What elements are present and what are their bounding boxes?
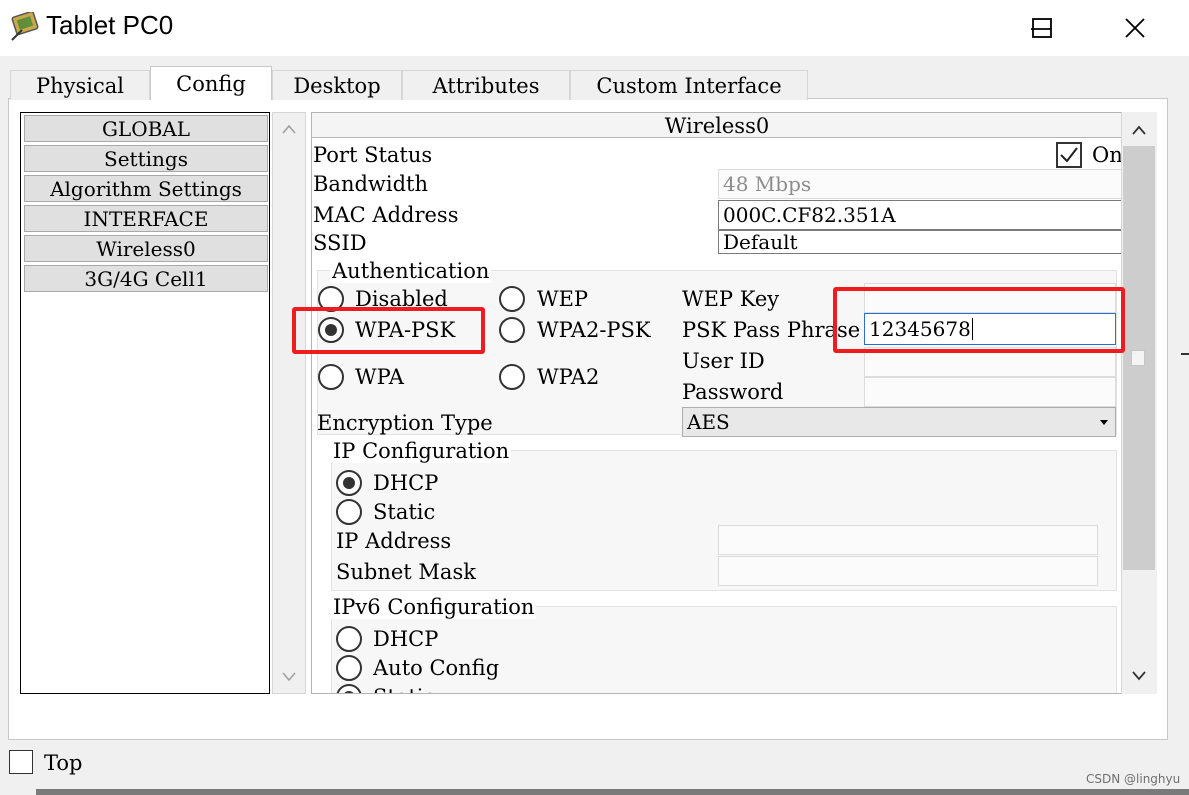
- ipv6-dhcp-radio[interactable]: [336, 626, 362, 652]
- auth-disabled-radio[interactable]: [318, 286, 344, 312]
- ipv6-dhcp-label: DHCP: [373, 627, 439, 651]
- ip-address-field: [718, 525, 1098, 555]
- ip-configuration-title: IP Configuration: [331, 439, 512, 463]
- auth-wep-label: WEP: [537, 287, 589, 311]
- window-title: Tablet PC0: [46, 10, 174, 40]
- ipv6-auto-config-label: Auto Config: [373, 656, 500, 680]
- maximize-button[interactable]: [1007, 0, 1077, 56]
- psk-pass-phrase-value: 12345678: [869, 317, 971, 341]
- maximize-icon: [1032, 18, 1052, 38]
- bandwidth-field: 48 Mbps: [718, 169, 1122, 199]
- ipv6-configuration-title: IPv6 Configuration: [331, 595, 537, 619]
- close-icon: [1125, 18, 1145, 38]
- dropdown-arrow-icon: [1100, 420, 1108, 425]
- nav-scrollbar[interactable]: [272, 112, 306, 694]
- interface-settings-panel: Wireless0 Port Status On Bandwidth 48 Mb…: [311, 112, 1157, 694]
- top-checkbox[interactable]: [9, 750, 33, 774]
- nav-item-settings[interactable]: Settings: [24, 145, 268, 172]
- watermark: CSDN @linghyu: [1086, 772, 1181, 786]
- port-on-label: On: [1092, 143, 1123, 167]
- nav-item-interface[interactable]: INTERFACE: [24, 205, 268, 232]
- tab-label: Desktop: [293, 73, 381, 98]
- auth-wpa2-radio[interactable]: [499, 364, 525, 390]
- chevron-up-icon: [1132, 125, 1146, 135]
- ip-static-label: Static: [373, 500, 436, 524]
- ssid-field[interactable]: Default: [718, 230, 1122, 254]
- password-field: [864, 377, 1116, 407]
- tab-desktop[interactable]: Desktop: [272, 70, 402, 100]
- subnet-mask-field: [718, 556, 1098, 586]
- authentication-title: Authentication: [330, 259, 492, 283]
- ip-static-radio[interactable]: [336, 499, 362, 525]
- ipv6-configuration-group: [331, 606, 1117, 693]
- config-nav-list: GLOBAL Settings Algorithm Settings INTER…: [20, 112, 270, 694]
- ipv6-static-label: Static: [373, 685, 435, 693]
- ip-dhcp-label: DHCP: [373, 471, 439, 495]
- psk-pass-phrase-input[interactable]: 12345678: [864, 313, 1116, 345]
- user-id-field: [864, 347, 1116, 377]
- tab-label: Physical: [35, 73, 124, 98]
- tab-config[interactable]: Config: [150, 66, 272, 100]
- nav-item-3g4g-cell1[interactable]: 3G/4G Cell1: [24, 265, 268, 292]
- ip-address-label: IP Address: [336, 529, 452, 553]
- auth-wpa2-label: WPA2: [537, 365, 600, 389]
- encryption-type-label: Encryption Type: [317, 411, 493, 435]
- subnet-mask-label: Subnet Mask: [336, 560, 476, 584]
- edge-mark: [1181, 353, 1189, 355]
- tab-attributes[interactable]: Attributes: [402, 70, 570, 100]
- auth-wpa2-psk-radio[interactable]: [499, 317, 525, 343]
- encryption-type-value: AES: [687, 410, 730, 434]
- wep-key-label: WEP Key: [682, 287, 780, 311]
- port-on-checkbox[interactable]: [1056, 142, 1082, 168]
- chevron-up-icon: [282, 124, 296, 134]
- top-label: Top: [44, 751, 83, 775]
- password-label: Password: [682, 380, 784, 404]
- mac-address-field[interactable]: 000C.CF82.351A: [718, 200, 1122, 230]
- chevron-down-icon: [1132, 671, 1146, 681]
- panel-title: Wireless0: [664, 114, 770, 138]
- chevron-down-icon: [282, 672, 296, 682]
- checkmark-icon: [1060, 147, 1078, 163]
- encryption-type-select[interactable]: AES: [682, 407, 1116, 437]
- auth-wpa-psk-label: WPA-PSK: [355, 318, 456, 342]
- wep-key-field: [864, 283, 1116, 313]
- tablet-pc-icon: [8, 10, 42, 42]
- auth-wpa-label: WPA: [355, 365, 404, 389]
- auth-wpa-radio[interactable]: [318, 364, 344, 390]
- tab-custom-interface[interactable]: Custom Interface: [570, 70, 808, 100]
- port-status-label: Port Status: [313, 143, 433, 167]
- tab-label: Attributes: [432, 73, 540, 98]
- nav-item-wireless0[interactable]: Wireless0: [24, 235, 268, 262]
- mac-address-label: MAC Address: [313, 203, 459, 227]
- tab-label: Custom Interface: [596, 73, 782, 98]
- scrollbar-grip: [1131, 350, 1145, 366]
- bottom-edge: [36, 789, 1189, 795]
- ip-dhcp-radio[interactable]: [336, 470, 362, 496]
- text-cursor: [971, 318, 973, 340]
- nav-item-algorithm-settings[interactable]: Algorithm Settings: [24, 175, 268, 202]
- close-button[interactable]: [1100, 0, 1170, 56]
- ssid-label: SSID: [313, 231, 367, 255]
- tab-physical[interactable]: Physical: [10, 70, 150, 100]
- bandwidth-label: Bandwidth: [313, 172, 429, 196]
- auth-wpa2-psk-label: WPA2-PSK: [537, 318, 651, 342]
- auth-disabled-label: Disabled: [355, 287, 448, 311]
- auth-wep-radio[interactable]: [499, 286, 525, 312]
- psk-pass-phrase-label: PSK Pass Phrase: [682, 318, 861, 342]
- ipv6-auto-config-radio[interactable]: [336, 655, 362, 681]
- nav-item-global[interactable]: GLOBAL: [24, 115, 268, 142]
- tab-label: Config: [176, 71, 246, 96]
- user-id-label: User ID: [682, 349, 765, 373]
- auth-wpa-psk-radio[interactable]: [318, 317, 344, 343]
